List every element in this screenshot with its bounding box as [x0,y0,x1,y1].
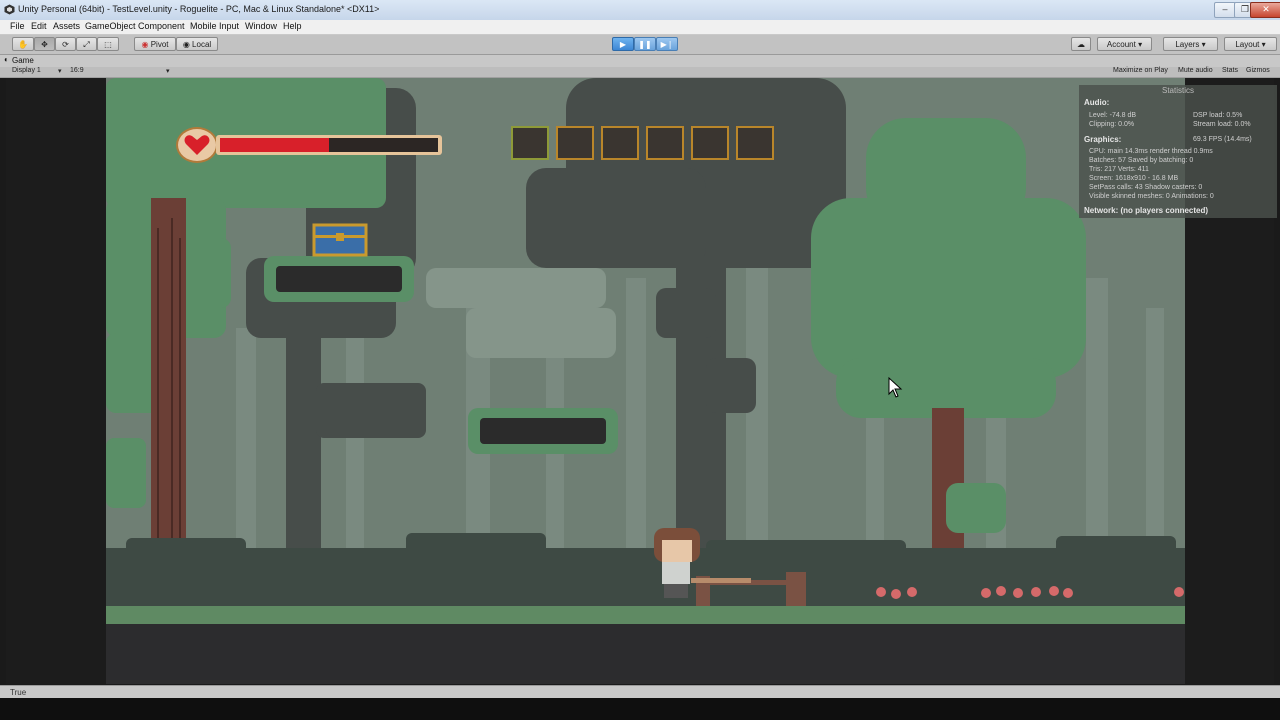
window-title-bar: Unity Personal (64bit) - TestLevel.unity… [0,0,1280,20]
network-status: Network: (no players connected) [1084,206,1209,215]
inventory-slot [601,126,639,160]
inventory-slot [646,126,684,160]
ground-grass [106,606,1185,624]
stats-toggle[interactable]: Stats [1222,67,1238,74]
menu-mobile-input[interactable]: Mobile Input [190,21,239,31]
move-tool-button[interactable]: ✥ [34,37,55,51]
game-scene[interactable] [106,78,1185,684]
menu-edit[interactable]: Edit [31,21,47,31]
maximize-on-play-toggle[interactable]: Maximize on Play [1113,67,1168,74]
health-bar-track [220,138,438,152]
close-button[interactable]: ✕ [1250,2,1280,18]
right-tree-leaf-cluster [946,483,1006,533]
treasure-chest [312,223,368,257]
health-bar [172,127,442,163]
menu-assets[interactable]: Assets [53,21,80,31]
rect-tool-icon: ⬚ [104,40,112,49]
cloud-icon: ☁ [1077,40,1085,49]
chevron-down-icon: ▾ [1201,40,1206,49]
scale-icon: ⤢ [83,40,90,49]
skinned-meshes: Visible skinned meshes: 0 Animations: 0 [1089,193,1214,200]
layers-label: Layers [1175,40,1200,49]
chevron-down-icon: ▾ [1261,40,1266,49]
tab-bar: ◐ Game [0,55,1280,67]
inventory-slot [556,126,594,160]
rotate-tool-button[interactable]: ⟳ [55,37,76,51]
heart-icon [184,135,210,155]
window-title: Unity Personal (64bit) - TestLevel.unity… [18,4,380,14]
local-toggle[interactable]: ◉ Local [176,37,218,51]
hand-tool-button[interactable]: ✋ [12,37,34,51]
pause-icon: ❚❚ [638,40,652,49]
tab-game[interactable]: Game [12,56,34,65]
account-label: Account [1106,40,1136,49]
toolbar: ✋ ✥ ⟳ ⤢ ⬚ ◉ Pivot ◉ Local ▶ ❚❚ ▶❘ ☁ Acco… [0,35,1280,55]
inventory-bar [511,126,781,162]
game-view-toolbar: Display 1 ▾ 16:9 ▾ Maximize on Play Mute… [0,67,1280,78]
menu-gameobject[interactable]: GameObject [85,21,136,31]
pivot-label: Pivot [150,40,169,49]
dropdown-arrow-icon: ▾ [166,68,170,75]
graphics-section-title: Graphics: [1084,135,1122,144]
audio-level: Level: -74.8 dB [1089,112,1137,119]
batches: Batches: 57 Saved by batching: 0 [1089,157,1194,164]
game-view-icon: ◐ [4,55,9,64]
cloud-button[interactable]: ☁ [1071,37,1091,51]
aspect-dropdown[interactable]: 16:9 [70,67,84,74]
menu-bar: File Edit Assets GameObject Component Mo… [0,20,1280,35]
step-button[interactable]: ▶❘ [656,37,678,51]
play-button[interactable]: ▶ [612,37,634,51]
audio-clipping: Clipping: 0.0% [1089,121,1135,128]
layout-dropdown[interactable]: Layout ▾ [1224,37,1277,51]
chevron-down-icon: ▾ [1138,40,1143,49]
status-text: True [10,688,27,697]
stream-load: Stream load: 0.0% [1193,121,1251,128]
unity-logo-icon [4,4,15,15]
layers-dropdown[interactable]: Layers ▾ [1163,37,1218,51]
local-icon: ◉ [182,40,190,49]
tris-verts: Tris: 217 Verts: 411 [1089,166,1149,173]
pause-button[interactable]: ❚❚ [634,37,656,51]
step-icon: ▶❘ [660,40,674,49]
statistics-header: Statistics [1161,86,1194,95]
status-bar: True [0,685,1280,699]
move-icon: ✥ [41,40,48,49]
screen-size: Screen: 1618x910 - 16.8 MB [1089,175,1179,182]
statistics-panel: Statistics Audio: Level: -74.8 dB Clippi… [1079,85,1277,218]
fps-readout: 69.3 FPS (14.4ms) [1193,136,1252,143]
inventory-slot [736,126,774,160]
gizmos-toggle[interactable]: Gizmos [1246,67,1270,74]
os-taskbar [0,698,1280,720]
rect-tool-button[interactable]: ⬚ [97,37,119,51]
pivot-toggle[interactable]: ◉ Pivot [134,37,176,51]
layout-label: Layout [1235,40,1260,49]
platform-middle [468,408,618,454]
account-dropdown[interactable]: Account ▾ [1097,37,1152,51]
scale-tool-button[interactable]: ⤢ [76,37,97,51]
pivot-icon: ◉ [141,40,149,49]
menu-window[interactable]: Window [245,21,277,31]
health-bar-fill [220,138,329,152]
inventory-slot [691,126,729,160]
menu-help[interactable]: Help [283,21,302,31]
display-dropdown[interactable]: Display 1 [12,67,41,74]
ground-soil [106,624,1185,684]
play-icon: ▶ [619,40,627,49]
setpass-calls: SetPass calls: 43 Shadow casters: 0 [1089,184,1203,191]
hand-icon: ✋ [18,40,28,49]
local-label: Local [192,40,212,49]
audio-section-title: Audio: [1084,98,1110,107]
menu-component[interactable]: Component [138,21,185,31]
dsp-load: DSP load: 0.5% [1193,112,1243,119]
platform-upper [264,256,414,302]
inventory-slot [511,126,549,160]
cpu-time: CPU: main 14.3ms render thread 0.9ms [1089,148,1213,155]
rotate-icon: ⟳ [62,40,69,49]
minimize-button[interactable]: – [1214,2,1236,18]
mute-audio-toggle[interactable]: Mute audio [1178,67,1213,74]
dropdown-arrow-icon: ▾ [58,68,62,75]
menu-file[interactable]: File [10,21,25,31]
